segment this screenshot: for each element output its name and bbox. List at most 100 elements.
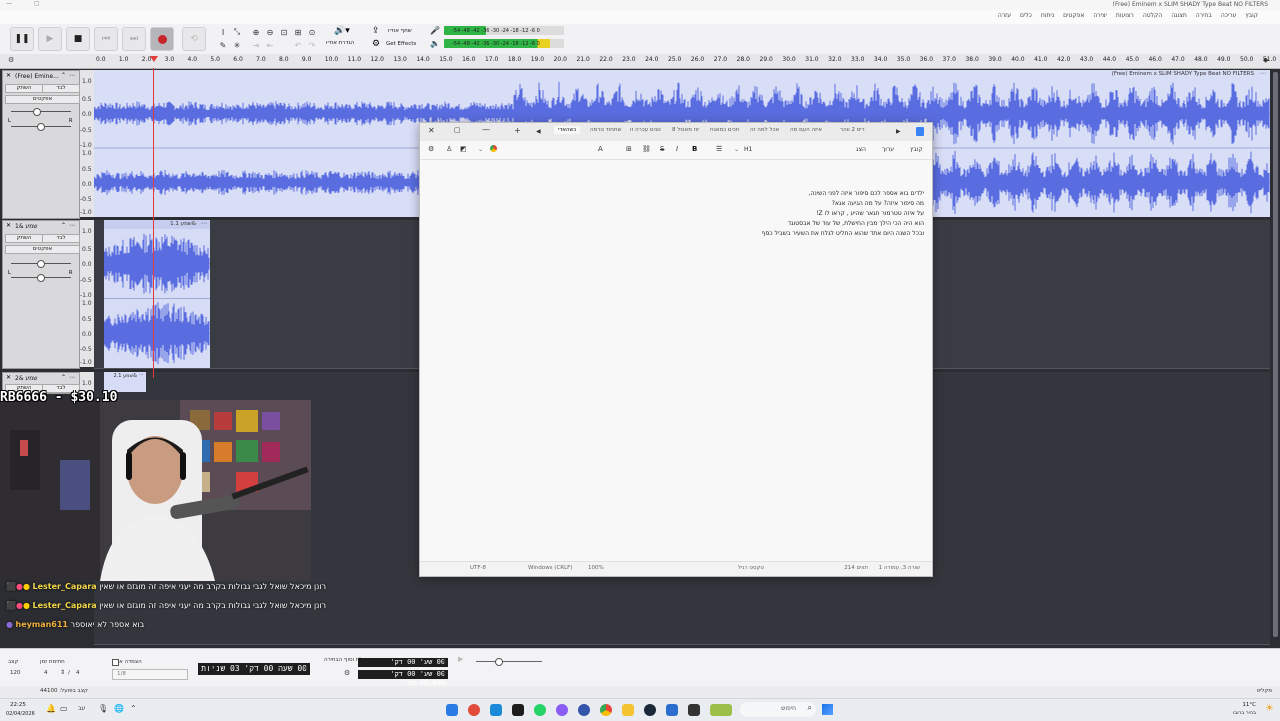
notepad-tab[interactable]: ריס 2 ווהר: [840, 127, 865, 133]
notepad-editor[interactable]: ילדים בוא אספר לכם סיפור איזה לפני השינה…: [420, 160, 932, 560]
gain-slider-thumb[interactable]: [37, 260, 45, 268]
audacity-icon[interactable]: [666, 704, 678, 716]
weather-desc[interactable]: בהיר ברובו: [1233, 710, 1256, 716]
playback-meter-icon[interactable]: 🔈: [430, 39, 440, 48]
selection-start[interactable]: 00 שע' 00 דק' 00.000 שנ': [358, 658, 448, 675]
track-1-controls[interactable]: ✕ (Free) Emine... ⌃ ⋯ השתק לבד אפקטים L …: [2, 70, 80, 219]
stop-button[interactable]: ■: [66, 27, 90, 51]
notepad-tab[interactable]: טגים עכרה זו: [630, 127, 661, 133]
zoom-toggle-icon[interactable]: ⊙: [306, 26, 318, 38]
notepad-tab-bar[interactable]: ✕ ▢ — + ◀ ▶ ריס 2 ווהר איזה העם מה אכל ל…: [420, 123, 932, 141]
solo-button[interactable]: לבד: [42, 84, 80, 93]
clip-menu-icon[interactable]: ⋯: [139, 372, 144, 378]
effects-button[interactable]: אפקטים: [5, 245, 80, 254]
collapse-icon[interactable]: ⌃: [61, 222, 66, 229]
snap-select[interactable]: 1/8: [112, 669, 188, 680]
menu-item[interactable]: יצירה: [1093, 12, 1107, 19]
skip-end-button[interactable]: ⏭: [122, 27, 146, 51]
selection-end[interactable]: 00 שע' 00 דק' 00.000 שנ': [358, 670, 448, 687]
menu-item[interactable]: כלים: [1020, 12, 1032, 19]
copilot-icon[interactable]: [490, 145, 497, 152]
audio-setup-label[interactable]: הגדרת אודיו: [326, 40, 354, 46]
close-track-icon[interactable]: ✕: [6, 374, 11, 381]
time-sig-denominator[interactable]: 4: [76, 670, 80, 676]
menu-item[interactable]: תצוגה: [1171, 12, 1187, 19]
chevron-down-icon[interactable]: ⌄: [734, 146, 739, 153]
close-track-icon[interactable]: ✕: [6, 222, 11, 229]
track-2-controls[interactable]: ✕ שמע &1 ⌃ ⋯ השתק לבד אפקטים L R: [2, 220, 80, 369]
restore-icon[interactable]: ▢: [34, 0, 40, 7]
tray-chevron-icon[interactable]: ⌃: [130, 704, 137, 713]
skip-start-button[interactable]: ⏮: [94, 27, 118, 51]
menu-item[interactable]: רצועות: [1116, 12, 1134, 19]
profile-icon[interactable]: ♙: [446, 145, 452, 153]
scroll-right-icon[interactable]: ▶: [896, 128, 901, 135]
link-icon[interactable]: ⛓: [642, 145, 651, 153]
chevron-down-icon[interactable]: ▾: [443, 670, 446, 677]
table-icon[interactable]: ⊞: [626, 145, 632, 153]
headset-app-icon[interactable]: [578, 704, 590, 716]
minimize-window-icon[interactable]: —: [482, 125, 490, 134]
fit-selection-icon[interactable]: ⊡: [278, 26, 290, 38]
timeline-ruler[interactable]: ⚙ ◆ 0.0 1.0 2.0 3.0 4.0 5.0 6.0 7.0 8.0 9.0 10.0 11…: [0, 54, 1280, 69]
zoom-in-icon[interactable]: ⊕: [250, 26, 262, 38]
track-3-clip[interactable]: שמע 2.1& ⋯: [104, 372, 146, 392]
maximize-icon[interactable]: ▢: [454, 126, 461, 134]
notepad-tab[interactable]: זוז מאגזל 8: [672, 127, 699, 133]
menu-item[interactable]: עזרה: [998, 12, 1011, 19]
clock-time[interactable]: 22:25: [10, 702, 26, 708]
strikethrough-icon[interactable]: S: [660, 145, 664, 153]
draw-tool-icon[interactable]: ✎: [217, 39, 229, 51]
menu-item[interactable]: קובץ: [1245, 12, 1258, 19]
trim-icon[interactable]: ⇥: [250, 39, 262, 51]
vscode-icon[interactable]: [490, 704, 502, 716]
undo-icon[interactable]: ↶: [292, 39, 304, 51]
fit-project-icon[interactable]: ⊞: [292, 26, 304, 38]
pan-slider-thumb[interactable]: [37, 274, 45, 282]
pause-button[interactable]: ❚❚: [10, 27, 34, 51]
close-window-icon[interactable]: ✕: [428, 126, 435, 135]
clip-menu-icon[interactable]: ⋯: [201, 220, 207, 227]
notepad-tab-active[interactable]: כשהאדי: [554, 126, 581, 134]
notepad-tab[interactable]: שתחוד טרמה: [590, 127, 621, 133]
whatsapp-icon[interactable]: [534, 704, 546, 716]
network-icon[interactable]: 🌐: [114, 704, 124, 713]
menu-file[interactable]: קובץ: [910, 146, 923, 153]
playhead[interactable]: [153, 68, 154, 378]
redo-icon[interactable]: ↷: [306, 39, 318, 51]
selection-settings-icon[interactable]: ⚙: [344, 669, 350, 677]
menu-item[interactable]: עריכה: [1221, 12, 1237, 19]
notepad-tab[interactable]: אכל למה זה: [750, 127, 779, 133]
new-tab-icon[interactable]: +: [514, 126, 521, 135]
loop-button[interactable]: ⟲: [182, 27, 206, 51]
time-display[interactable]: 00 שעה 00 דק' 03 שניות: [198, 663, 310, 675]
share-audio-icon[interactable]: ⇪: [372, 26, 380, 36]
effects-button[interactable]: אפקטים: [5, 95, 80, 104]
language-label[interactable]: עב: [78, 705, 85, 712]
mute-button[interactable]: השתק: [5, 84, 43, 93]
track-menu-icon[interactable]: ⋯: [69, 222, 75, 229]
timeline-settings-icon[interactable]: ⚙: [8, 56, 14, 64]
clip-header[interactable]: (Free) Eminem x SLIM SHADY Type Beat NO …: [94, 70, 1270, 79]
stepper-icon[interactable]: ⇕: [60, 669, 65, 676]
discord-icon[interactable]: [556, 704, 568, 716]
notepad-taskbar-icon[interactable]: [446, 704, 458, 716]
menu-view[interactable]: הצג: [856, 146, 866, 153]
chevron-down-icon[interactable]: ▾: [443, 658, 446, 665]
file-explorer-icon[interactable]: [622, 704, 634, 716]
chrome-icon[interactable]: [600, 704, 612, 716]
heading-dropdown[interactable]: H1: [744, 146, 752, 153]
time-sig-numerator[interactable]: 4: [44, 670, 48, 676]
close-track-icon[interactable]: ✕: [6, 72, 11, 79]
playback-speed-thumb[interactable]: [495, 658, 503, 666]
playhead-marker-icon[interactable]: [150, 56, 158, 62]
track-menu-icon[interactable]: ⋯: [69, 374, 75, 381]
menu-item[interactable]: הקלטה: [1143, 12, 1162, 19]
terminal-icon[interactable]: [512, 704, 524, 716]
play-button[interactable]: ▶: [38, 27, 62, 51]
app-taskbar-icon[interactable]: [468, 704, 480, 716]
collapse-icon[interactable]: ⌃: [61, 72, 66, 79]
get-effects-icon[interactable]: ⚙: [372, 39, 380, 49]
zoom-out-icon[interactable]: ⊖: [264, 26, 276, 38]
notifications-icon[interactable]: 🔔: [46, 704, 56, 713]
